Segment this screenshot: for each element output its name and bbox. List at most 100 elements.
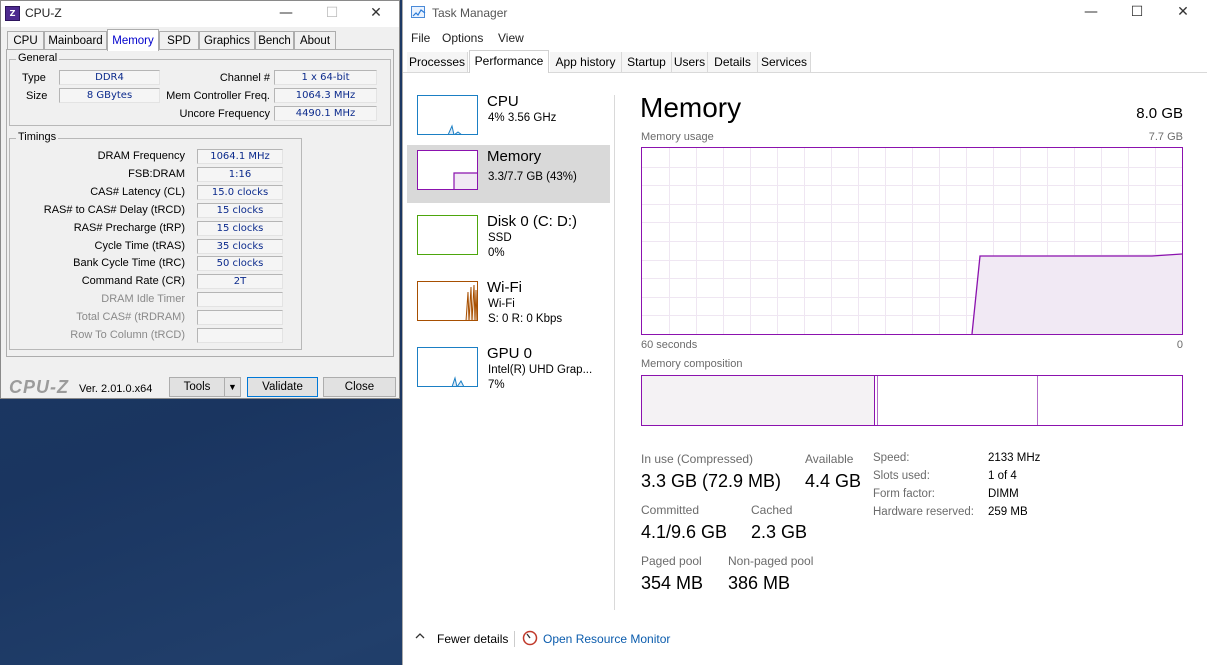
cpuz-tab-about[interactable]: About bbox=[294, 31, 336, 50]
footer-divider bbox=[514, 631, 515, 647]
minimize-icon: — bbox=[1084, 4, 1098, 20]
sidebar-item-gpu[interactable]: GPU 0 Intel(R) UHD Grap... 7% bbox=[407, 342, 610, 400]
taskmgr-titlebar[interactable]: Task Manager — ☐ ✕ bbox=[403, 0, 1207, 26]
composition-standby-boundary[interactable] bbox=[1037, 376, 1038, 425]
memory-composition-label: Memory composition bbox=[641, 358, 743, 370]
tools-button[interactable]: Tools bbox=[169, 377, 225, 397]
size-label: Size bbox=[26, 90, 48, 102]
fewer-details-link[interactable]: Fewer details bbox=[437, 632, 508, 646]
uncore-label: Uncore Frequency bbox=[179, 108, 271, 120]
composition-modified[interactable] bbox=[876, 376, 878, 425]
menu-file[interactable]: File bbox=[411, 31, 430, 45]
sidebar-wifi-throughput: S: 0 R: 0 Kbps bbox=[488, 313, 563, 325]
timing-label: Row To Column (tRCD) bbox=[70, 329, 185, 341]
menu-options[interactable]: Options bbox=[442, 31, 483, 45]
cpu-thumbnail bbox=[417, 95, 478, 135]
sidebar-wifi-adapter: Wi-Fi bbox=[488, 298, 515, 310]
tm-close-button[interactable]: ✕ bbox=[1160, 0, 1206, 26]
slots-used-value: 1 of 4 bbox=[988, 470, 1017, 482]
timings-group: Timings DRAM Frequency 1064.1 MHz FSB:DRAM… bbox=[9, 131, 302, 350]
memory-total: 8.0 GB bbox=[1136, 105, 1183, 122]
cpuz-tab-bench[interactable]: Bench bbox=[255, 31, 294, 50]
general-group: General Type DDR4 Size 8 GBytes Channel … bbox=[9, 52, 391, 126]
sidebar-disk-usage: 0% bbox=[488, 247, 505, 259]
graph-time-left: 60 seconds bbox=[641, 339, 698, 351]
timing-value bbox=[197, 310, 283, 326]
channel-value: 1 x 64-bit bbox=[274, 70, 377, 85]
form-factor-value: DIMM bbox=[988, 488, 1019, 500]
cpuz-tab-cpu[interactable]: CPU bbox=[7, 31, 44, 50]
timing-label: Bank Cycle Time (tRC) bbox=[73, 257, 185, 270]
sidebar-cpu-name: CPU bbox=[487, 93, 519, 110]
timing-value: 50 clocks bbox=[197, 256, 283, 272]
cpuz-version: Ver. 2.01.0.x64 bbox=[79, 383, 153, 395]
memory-composition-bar bbox=[641, 375, 1183, 426]
tab-services[interactable]: Services bbox=[758, 52, 811, 73]
tm-maximize-button[interactable]: ☐ bbox=[1114, 0, 1160, 26]
tab-processes[interactable]: Processes bbox=[407, 52, 468, 73]
memory-usage-chart bbox=[642, 148, 1182, 334]
sidebar-item-wifi[interactable]: Wi-Fi Wi-Fi S: 0 R: 0 Kbps bbox=[407, 276, 610, 334]
validate-button[interactable]: Validate bbox=[247, 377, 318, 397]
tab-performance[interactable]: Performance bbox=[469, 50, 549, 73]
mem-controller-label: Mem Controller Freq. bbox=[166, 90, 270, 102]
sidebar-disk-type: SSD bbox=[488, 232, 512, 244]
memory-thumbnail bbox=[417, 150, 478, 190]
close-icon: ✕ bbox=[370, 5, 382, 21]
chevron-up-icon[interactable] bbox=[415, 631, 425, 641]
dropdown-arrow-icon: ▼ bbox=[228, 382, 237, 392]
menu-view[interactable]: View bbox=[498, 31, 524, 45]
cpuz-tab-mainboard[interactable]: Mainboard bbox=[44, 31, 107, 50]
channel-label: Channel # bbox=[219, 72, 270, 84]
task-manager-app-icon bbox=[411, 6, 426, 18]
memory-usage-max: 7.7 GB bbox=[1148, 131, 1183, 143]
tab-app-history[interactable]: App history bbox=[550, 52, 622, 73]
sidebar-item-cpu[interactable]: CPU 4% 3.56 GHz bbox=[407, 90, 610, 148]
speed-label: Speed: bbox=[873, 452, 910, 464]
wifi-thumbnail bbox=[417, 281, 478, 321]
timing-value bbox=[197, 328, 283, 343]
tools-dropdown-button[interactable]: ▼ bbox=[224, 377, 241, 397]
taskmgr-title: Task Manager bbox=[432, 6, 508, 20]
sidebar-cpu-detail: 4% 3.56 GHz bbox=[488, 112, 557, 124]
composition-in-use[interactable] bbox=[642, 376, 875, 425]
non-paged-pool-value: 386 MB bbox=[728, 573, 791, 593]
sidebar-gpu-usage: 7% bbox=[488, 379, 505, 391]
timing-label: CAS# Latency (CL) bbox=[90, 185, 185, 198]
tab-startup[interactable]: Startup bbox=[622, 52, 672, 73]
cpuz-tab-memory[interactable]: Memory bbox=[107, 29, 159, 51]
open-resource-monitor-link[interactable]: Open Resource Monitor bbox=[543, 632, 670, 646]
paged-pool-value: 354 MB bbox=[641, 573, 704, 593]
timing-label: RAS# to CAS# Delay (tRCD) bbox=[43, 203, 185, 216]
timing-value: 2T bbox=[197, 274, 283, 290]
tab-details[interactable]: Details bbox=[708, 52, 758, 73]
tm-minimize-button[interactable]: — bbox=[1068, 0, 1114, 26]
sidebar-divider[interactable] bbox=[614, 95, 615, 610]
tab-users[interactable]: Users bbox=[672, 52, 708, 73]
timing-value bbox=[197, 292, 283, 308]
close-button[interactable]: Close bbox=[323, 377, 396, 397]
sidebar-item-disk[interactable]: Disk 0 (C: D:) SSD 0% bbox=[407, 210, 610, 268]
type-label: Type bbox=[22, 72, 46, 84]
memory-usage-graph bbox=[641, 147, 1183, 335]
minimize-icon: — bbox=[279, 5, 293, 21]
cpuz-titlebar[interactable]: Z CPU-Z — ☐ ✕ bbox=[1, 1, 399, 27]
cpuz-title: CPU-Z bbox=[25, 6, 62, 20]
close-window-button[interactable]: ✕ bbox=[353, 1, 399, 27]
sidebar-disk-name: Disk 0 (C: D:) bbox=[487, 213, 577, 230]
cpuz-tab-spd[interactable]: SPD bbox=[159, 31, 199, 50]
timing-value: 1:16 bbox=[197, 166, 283, 182]
timing-value: 1064.1 MHz bbox=[197, 149, 283, 164]
memory-heading: Memory bbox=[640, 92, 742, 123]
sidebar-item-memory[interactable]: Memory 3.3/7.7 GB (43%) bbox=[407, 145, 610, 203]
resource-monitor-icon[interactable] bbox=[522, 630, 538, 646]
cpuz-memory-panel: General Type DDR4 Size 8 GBytes Channel … bbox=[6, 49, 394, 357]
timing-value: 15 clocks bbox=[197, 202, 283, 218]
memory-usage-label: Memory usage bbox=[641, 131, 714, 143]
disk-thumbnail bbox=[417, 215, 478, 255]
timing-value: 15.0 clocks bbox=[197, 184, 283, 200]
sidebar-gpu-name: GPU 0 bbox=[487, 345, 533, 362]
timing-label: FSB:DRAM bbox=[128, 167, 185, 180]
cpuz-tab-graphics[interactable]: Graphics bbox=[199, 31, 255, 50]
minimize-button[interactable]: — bbox=[263, 1, 309, 27]
